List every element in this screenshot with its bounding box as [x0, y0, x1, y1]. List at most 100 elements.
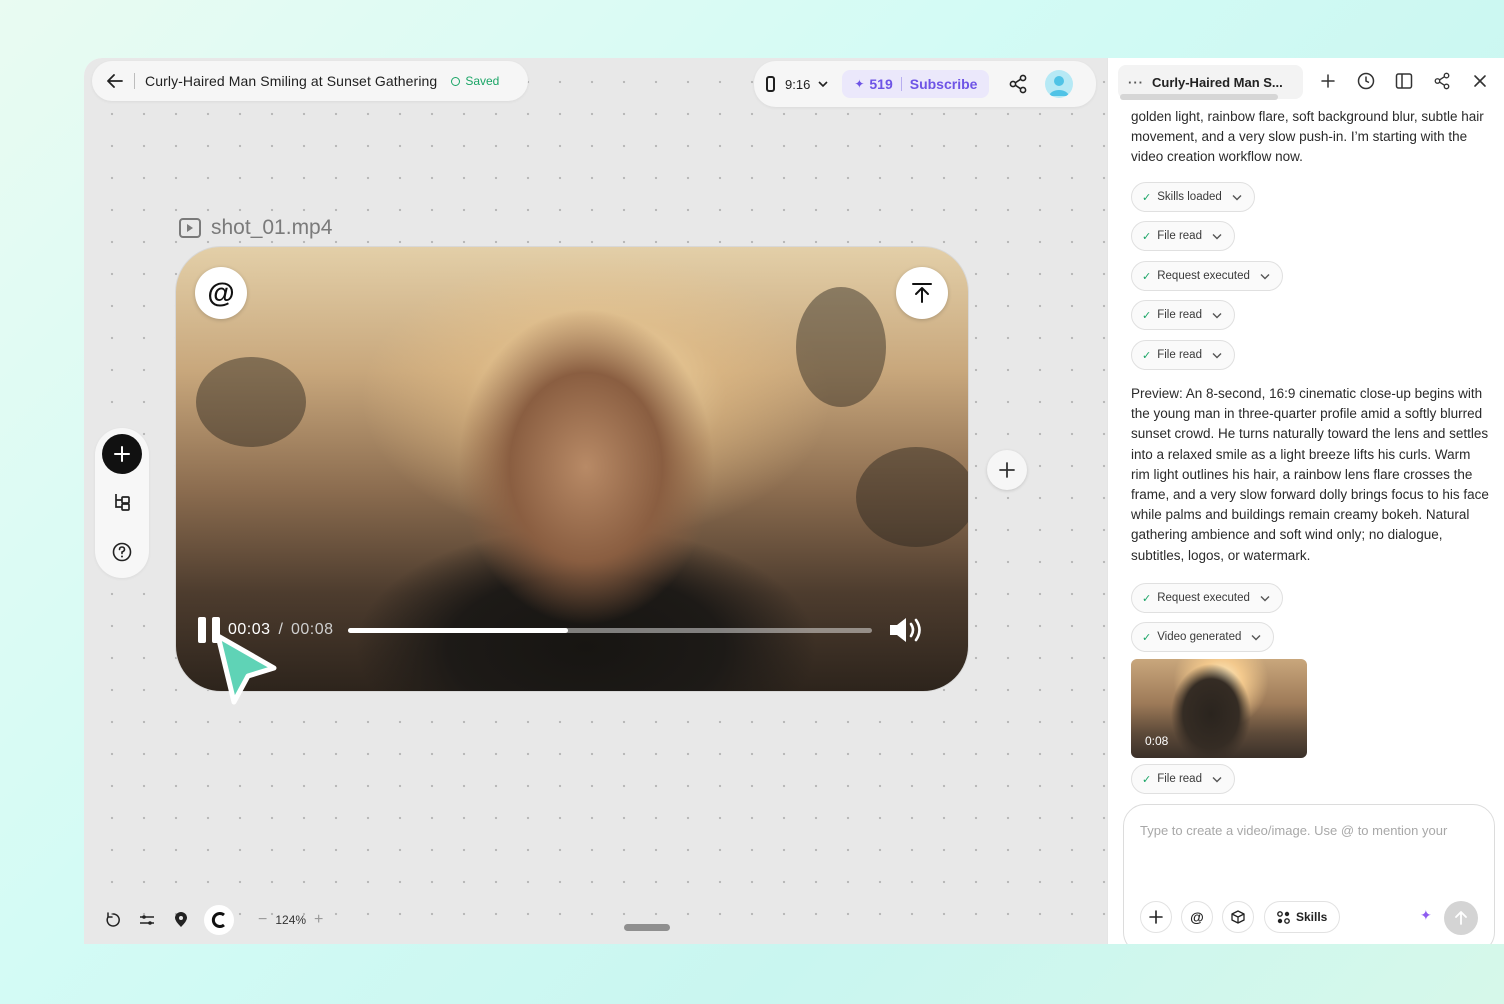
- chip-label: File read: [1157, 349, 1202, 361]
- add-button[interactable]: [102, 434, 142, 474]
- zoom-out-button[interactable]: −: [258, 911, 267, 929]
- portrait-ratio-icon: [766, 76, 775, 92]
- saved-circle-icon: [451, 76, 461, 86]
- share-icon[interactable]: [1007, 73, 1029, 95]
- send-button[interactable]: [1444, 901, 1478, 935]
- arrow-up-icon: [1455, 911, 1467, 925]
- plus-icon: [1149, 910, 1163, 924]
- chip-label: Request executed: [1157, 270, 1250, 282]
- mention-at-button[interactable]: @: [1181, 901, 1213, 933]
- assistant-message: golden light, rainbow flare, soft backgr…: [1131, 109, 1484, 165]
- check-icon: ✓: [1142, 592, 1152, 605]
- help-icon[interactable]: [110, 540, 134, 564]
- check-icon: ✓: [1142, 631, 1152, 644]
- status-chip[interactable]: ✓ Request executed: [1131, 583, 1283, 613]
- thumbnail-duration: 0:08: [1145, 734, 1169, 748]
- credits-subscribe-button[interactable]: ✦ 519 Subscribe: [842, 70, 990, 98]
- player-controls: 00:03 / 00:08: [198, 615, 948, 645]
- progress-fill: [347, 627, 568, 633]
- canvas[interactable]: Curly-Haired Man Smiling at Sunset Gathe…: [84, 58, 1107, 944]
- check-icon: ✓: [1142, 309, 1152, 322]
- drag-handle[interactable]: [624, 924, 670, 931]
- chevron-down-icon: [1260, 593, 1270, 603]
- chevron-down-icon: [1251, 632, 1261, 642]
- upload-icon: [912, 283, 932, 303]
- status-chip[interactable]: ✓ File read: [1131, 340, 1235, 370]
- layers-tree-icon[interactable]: [110, 490, 134, 514]
- chevron-down-icon: [1212, 310, 1222, 320]
- file-label: shot_01.mp4: [179, 216, 332, 240]
- video-player[interactable]: @ 00:03 / 00:08: [175, 246, 969, 692]
- sparkle-enhance-icon[interactable]: ✦: [1420, 907, 1432, 924]
- skills-button[interactable]: Skills: [1264, 901, 1341, 933]
- status-chip[interactable]: ✓ Video generated: [1131, 622, 1275, 652]
- divider: [134, 73, 135, 89]
- saved-label: Saved: [465, 74, 500, 88]
- video-file-icon: [179, 218, 201, 238]
- status-chip[interactable]: ✓ File read: [1131, 764, 1235, 794]
- back-arrow-icon[interactable]: [106, 72, 124, 90]
- status-chip[interactable]: ✓ Request executed: [1131, 261, 1283, 291]
- chip-label: File read: [1157, 230, 1202, 242]
- aspect-ratio-dropdown[interactable]: 9:16: [766, 76, 828, 92]
- credits-count: 519: [869, 76, 893, 92]
- share-icon[interactable]: [1431, 70, 1453, 92]
- zoom-control: − 124% +: [250, 911, 331, 929]
- attach-plus-button[interactable]: [1140, 901, 1172, 933]
- background-palm: [856, 447, 968, 547]
- scrollbar[interactable]: [1120, 94, 1278, 100]
- progress-bar[interactable]: [347, 627, 872, 633]
- chevron-down-icon: [1212, 350, 1222, 360]
- magnet-snap-icon[interactable]: [204, 905, 234, 935]
- mouse-cursor-icon: [212, 630, 282, 715]
- chevron-down-icon: [1232, 192, 1242, 202]
- zoom-in-button[interactable]: +: [314, 911, 323, 929]
- file-name: shot_01.mp4: [211, 216, 333, 239]
- status-chip[interactable]: ✓ File read: [1131, 300, 1235, 330]
- chip-label: File read: [1157, 773, 1202, 785]
- check-icon: ✓: [1142, 191, 1152, 204]
- chat-header: ··· Curly-Haired Man S...: [1108, 58, 1504, 106]
- upload-button[interactable]: [896, 267, 948, 319]
- check-icon: ✓: [1142, 349, 1152, 362]
- volume-icon[interactable]: [888, 615, 928, 645]
- split-panel-icon[interactable]: [1393, 70, 1415, 92]
- mention-at-button[interactable]: @: [195, 267, 247, 319]
- location-pin-icon[interactable]: [170, 909, 192, 931]
- chevron-down-icon: [1260, 271, 1270, 281]
- preview-message: Preview: An 8-second, 16:9 cinematic clo…: [1131, 386, 1489, 563]
- undo-rotate-icon[interactable]: [102, 909, 124, 931]
- more-dots-icon[interactable]: ···: [1128, 75, 1144, 90]
- background-palm: [796, 287, 886, 407]
- document-title[interactable]: Curly-Haired Man Smiling at Sunset Gathe…: [145, 73, 437, 89]
- new-chat-plus-icon[interactable]: [1317, 70, 1339, 92]
- zoom-level: 124%: [275, 913, 307, 927]
- total-time: 00:08: [291, 621, 334, 638]
- subscribe-label: Subscribe: [909, 76, 978, 92]
- chat-panel: ··· Curly-Haired Man S... golden light, …: [1107, 58, 1504, 944]
- check-icon: ✓: [1142, 270, 1152, 283]
- plus-icon: [999, 462, 1015, 478]
- avatar[interactable]: [1045, 70, 1074, 98]
- prompt-input[interactable]: Type to create a video/image. Use @ to m…: [1140, 823, 1447, 838]
- top-right-toolbar: 9:16 ✦ 519 Subscribe: [754, 61, 1096, 107]
- close-icon[interactable]: [1469, 70, 1491, 92]
- chevron-down-icon: [818, 81, 828, 88]
- status-chip[interactable]: ✓ File read: [1131, 221, 1235, 251]
- status-chip[interactable]: ✓ Skills loaded: [1131, 182, 1255, 212]
- cube-model-icon[interactable]: [1222, 901, 1254, 933]
- plus-icon: [114, 446, 130, 462]
- chat-tab-title: Curly-Haired Man S...: [1152, 74, 1283, 90]
- skills-grid-icon: [1277, 910, 1290, 924]
- skills-label: Skills: [1296, 910, 1328, 924]
- chip-label: File read: [1157, 309, 1202, 321]
- chevron-down-icon: [1212, 231, 1222, 241]
- chat-header-actions: [1317, 70, 1491, 92]
- history-clock-icon[interactable]: [1355, 70, 1377, 92]
- divider: [900, 77, 902, 91]
- add-node-button[interactable]: [987, 450, 1027, 490]
- sliders-icon[interactable]: [136, 909, 158, 931]
- generated-video-thumbnail[interactable]: 0:08: [1131, 659, 1307, 758]
- background-palm: [196, 357, 306, 447]
- prompt-composer[interactable]: Type to create a video/image. Use @ to m…: [1123, 804, 1495, 944]
